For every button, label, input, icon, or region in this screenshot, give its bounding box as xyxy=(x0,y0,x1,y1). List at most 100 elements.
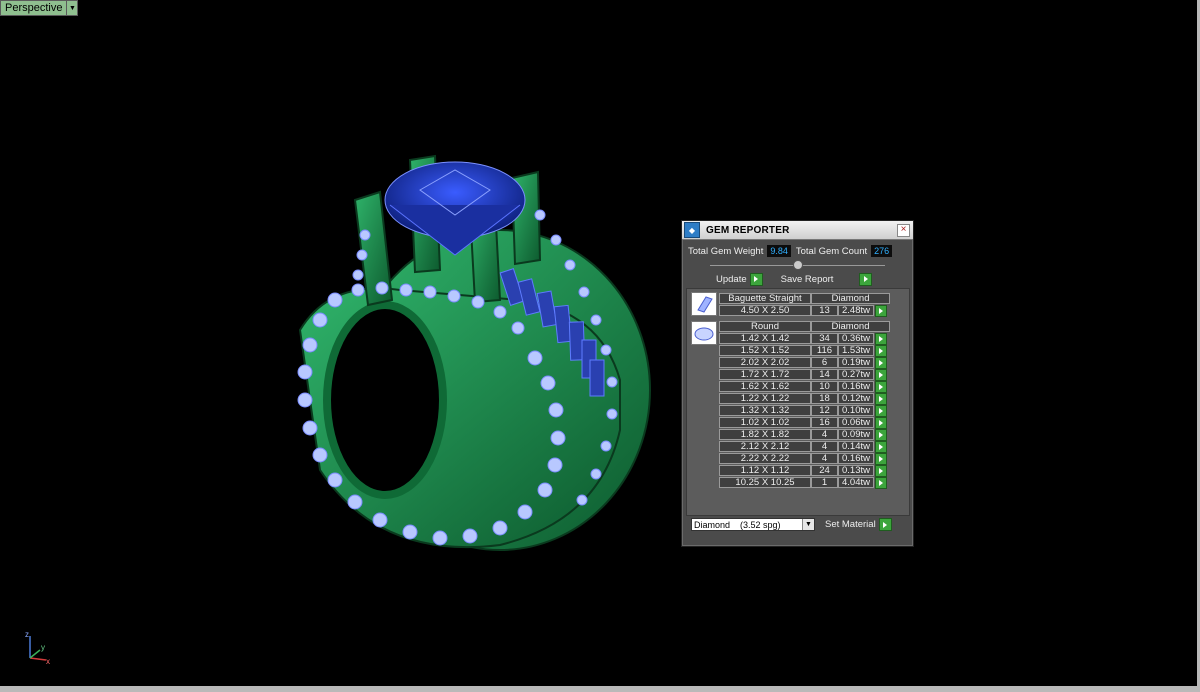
gem-weight: 0.12tw xyxy=(838,393,874,404)
action-buttons: Update Save Report xyxy=(682,271,913,287)
gem-weight: 0.06tw xyxy=(838,417,874,428)
table-row[interactable]: 1.22 X 1.22 18 0.12tw xyxy=(719,393,887,405)
total-count-label: Total Gem Count xyxy=(795,245,868,257)
play-icon[interactable] xyxy=(875,357,887,369)
gem-size: 1.62 X 1.62 xyxy=(719,381,811,392)
group-shape: Round xyxy=(719,321,811,332)
gem-size: 1.42 X 1.42 xyxy=(719,333,811,344)
axis-y-label: y xyxy=(41,643,45,652)
gem-count: 18 xyxy=(811,393,838,404)
save-report-label: Save Report xyxy=(780,273,834,285)
update-button[interactable]: Update xyxy=(716,272,763,286)
chevron-down-icon[interactable]: ▼ xyxy=(802,519,814,530)
table-row[interactable]: 1.12 X 1.12 24 0.13tw xyxy=(719,465,887,477)
table-row[interactable]: 4.50 X 2.50 13 2.48tw xyxy=(719,305,887,317)
table-row[interactable]: 2.02 X 2.02 6 0.19tw xyxy=(719,357,887,369)
gem-size: 2.22 X 2.22 xyxy=(719,453,811,464)
play-icon[interactable] xyxy=(875,453,887,465)
play-icon[interactable] xyxy=(875,441,887,453)
3d-viewport[interactable]: Perspective ▼ z y x ◆ GEM REPORTER × Tot… xyxy=(0,0,1200,692)
gem-size: 1.32 X 1.32 xyxy=(719,405,811,416)
gem-count: 116 xyxy=(811,345,838,356)
gem-count: 12 xyxy=(811,405,838,416)
play-icon[interactable] xyxy=(875,417,887,429)
gem-weight: 0.36tw xyxy=(838,333,874,344)
panel-titlebar[interactable]: ◆ GEM REPORTER × xyxy=(682,221,913,240)
table-row[interactable]: 1.62 X 1.62 10 0.16tw xyxy=(719,381,887,393)
gem-count: 24 xyxy=(811,465,838,476)
gem-count: 6 xyxy=(811,357,838,368)
gem-size: 2.02 X 2.02 xyxy=(719,357,811,368)
total-weight-label: Total Gem Weight xyxy=(688,245,764,257)
group-material: Diamond xyxy=(811,293,890,304)
play-icon[interactable] xyxy=(878,518,892,531)
play-icon[interactable] xyxy=(875,405,887,417)
table-row[interactable]: 1.72 X 1.72 14 0.27tw xyxy=(719,369,887,381)
gem-weight: 0.16tw xyxy=(838,453,874,464)
gem-list[interactable]: Baguette Straight Diamond 4.50 X 2.50 13… xyxy=(686,288,910,516)
group-header: Baguette Straight Diamond xyxy=(719,293,890,304)
table-row[interactable]: 1.02 X 1.02 16 0.06tw xyxy=(719,417,887,429)
play-icon[interactable] xyxy=(875,465,887,477)
play-icon[interactable] xyxy=(875,305,887,317)
ring-model[interactable] xyxy=(0,0,1197,686)
gem-weight: 1.53tw xyxy=(838,345,874,356)
play-icon[interactable] xyxy=(875,393,887,405)
table-row[interactable]: 1.42 X 1.42 34 0.36tw xyxy=(719,333,887,345)
gem-size: 1.52 X 1.52 xyxy=(719,345,811,356)
set-material-button[interactable]: Set Material xyxy=(825,518,892,531)
close-icon[interactable]: × xyxy=(897,224,910,237)
gem-size: 4.50 X 2.50 xyxy=(719,305,811,316)
gem-count: 4 xyxy=(811,429,838,440)
play-icon[interactable] xyxy=(875,345,887,357)
gem-count: 1 xyxy=(811,477,838,488)
play-icon[interactable] xyxy=(859,272,873,286)
gem-weight: 0.09tw xyxy=(838,429,874,440)
play-icon[interactable] xyxy=(749,272,763,286)
gem-size: 1.22 X 1.22 xyxy=(719,393,811,404)
slider-thumb[interactable] xyxy=(793,260,803,270)
material-select-value: Diamond (3.52 spg) xyxy=(694,519,781,530)
play-icon[interactable] xyxy=(875,381,887,393)
gem-count: 16 xyxy=(811,417,838,428)
gem-weight: 0.13tw xyxy=(838,465,874,476)
panel-title: GEM REPORTER xyxy=(706,224,790,236)
play-icon[interactable] xyxy=(875,429,887,441)
total-weight-value: 9.84 xyxy=(767,245,791,257)
gem-weight: 0.19tw xyxy=(838,357,874,368)
play-icon[interactable] xyxy=(875,333,887,345)
axis-x-label: x xyxy=(46,657,50,666)
table-row[interactable]: 2.22 X 2.22 4 0.16tw xyxy=(719,453,887,465)
panel-slider[interactable] xyxy=(682,260,913,270)
gem-count: 14 xyxy=(811,369,838,380)
update-label: Update xyxy=(716,273,747,285)
gem-size: 10.25 X 10.25 xyxy=(719,477,811,488)
play-icon[interactable] xyxy=(875,477,887,489)
total-count-value: 276 xyxy=(871,245,893,257)
gem-weight: 2.48tw xyxy=(838,305,874,316)
gem-size: 1.72 X 1.72 xyxy=(719,369,811,380)
gem-reporter-panel: ◆ GEM REPORTER × Total Gem Weight 9.84 T… xyxy=(681,220,914,547)
totals-row: Total Gem Weight 9.84 Total Gem Count 27… xyxy=(682,243,913,259)
group-material: Diamond xyxy=(811,321,890,332)
gem-count: 10 xyxy=(811,381,838,392)
gem-count: 13 xyxy=(811,305,838,316)
table-row[interactable]: 1.82 X 1.82 4 0.09tw xyxy=(719,429,887,441)
gem-size: 1.02 X 1.02 xyxy=(719,417,811,428)
material-bar: Diamond (3.52 spg) ▼ Set Material xyxy=(691,518,892,531)
baguette-gem-icon[interactable] xyxy=(691,292,717,316)
save-report-button[interactable]: Save Report xyxy=(780,272,873,286)
material-select[interactable]: Diamond (3.52 spg) ▼ xyxy=(691,518,815,531)
group-header: Round Diamond xyxy=(719,321,890,332)
table-row[interactable]: 10.25 X 10.25 1 4.04tw xyxy=(719,477,887,489)
round-gem-icon[interactable] xyxy=(691,321,717,345)
table-row[interactable]: 1.32 X 1.32 12 0.10tw xyxy=(719,405,887,417)
gem-size: 2.12 X 2.12 xyxy=(719,441,811,452)
play-icon[interactable] xyxy=(875,369,887,381)
table-row[interactable]: 1.52 X 1.52 116 1.53tw xyxy=(719,345,887,357)
axis-gizmo: z y x xyxy=(25,630,50,666)
set-material-label: Set Material xyxy=(825,519,876,530)
gem-count: 34 xyxy=(811,333,838,344)
gem-size: 1.12 X 1.12 xyxy=(719,465,811,476)
table-row[interactable]: 2.12 X 2.12 4 0.14tw xyxy=(719,441,887,453)
